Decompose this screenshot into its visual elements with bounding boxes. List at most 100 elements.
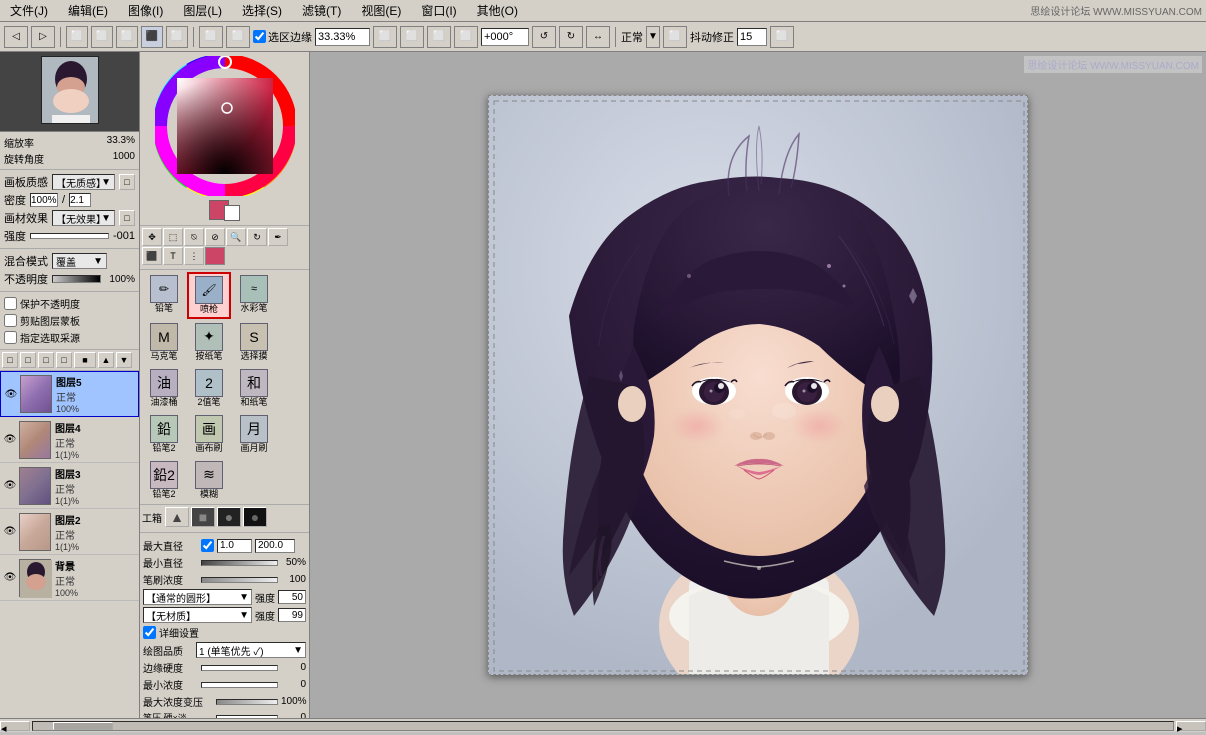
tool-text[interactable]: T [163,247,183,265]
layer-eye-4[interactable]: 👁 [3,433,17,447]
layer-item-1[interactable]: 👁 背景 正常 100% [0,555,139,601]
tool-rotate[interactable]: ↻ [247,228,267,246]
layer-list[interactable]: 👁 图层5 正常 100% 👁 图层4 正常 1(1)% [0,371,139,718]
cb-select-source[interactable] [4,331,17,344]
tool-fill[interactable]: ⬛ [142,247,162,265]
texture-strength-val[interactable] [278,608,306,622]
layer-item-5[interactable]: 👁 图层5 正常 100% [0,371,139,417]
brush-pencil3[interactable]: 鉛2 铅笔2 [142,458,186,503]
layer-copy-btn[interactable]: □ [38,352,54,368]
menu-window[interactable]: 窗口(I) [415,0,462,21]
layer-item-4[interactable]: 👁 图层4 正常 1(1)% [0,417,139,463]
brush-shape-square[interactable]: ■ [191,507,215,527]
zoom-btn-1[interactable]: ⬜ [373,26,397,48]
toolbar-btn-8[interactable]: ⬜ [199,26,223,48]
scroll-right-btn[interactable]: ▸ [1176,721,1206,731]
layer-eye-3[interactable]: 👁 [3,479,17,493]
density-slider[interactable] [201,577,278,583]
brush-pencil[interactable]: ✏ 铅笔 [142,272,186,319]
toolbar-btn-9[interactable]: ⬜ [226,26,250,48]
max-diam-input1[interactable] [217,539,252,553]
quality-dropdown[interactable]: 【无质感】▼ [52,174,115,190]
toolbar-btn-3[interactable]: ⬜ [66,26,88,48]
shape-strength-val[interactable] [278,590,306,604]
menu-view[interactable]: 视图(E) [355,0,407,21]
menu-edit[interactable]: 编辑(E) [62,0,114,21]
zoom-btn-3[interactable]: ⬜ [427,26,451,48]
main-canvas[interactable] [488,95,1028,675]
layer-eye-5[interactable]: 👁 [4,387,18,401]
density-input2[interactable] [69,193,91,207]
blend-mode-btn[interactable]: ▼ [646,26,660,48]
toolbar-btn-5[interactable]: ⬜ [116,26,138,48]
brush-press[interactable]: ✦ 按纸笔 [187,320,231,365]
layer-delete-btn[interactable]: □ [56,352,72,368]
selection-edge-check[interactable]: 选区边缘 [253,29,312,45]
brush-airbrush[interactable]: 🖌 喷枪 [187,272,231,319]
stabilizer-btn[interactable]: ⬜ [770,26,794,48]
brush-shape-circle2[interactable]: ● [243,507,267,527]
layer-move-down-btn[interactable]: ▼ [116,352,132,368]
tool-select-lasso[interactable]: ⍉ [184,228,204,246]
toolbar-btn-7[interactable]: ⬜ [166,26,188,48]
max-diam-check[interactable] [201,539,214,552]
h-scrollbar[interactable] [32,721,1174,731]
rot-btn-1[interactable]: ↺ [532,26,556,48]
max-diam-input2[interactable] [255,539,295,553]
menu-other[interactable]: 其他(O) [471,0,524,21]
brush-watercolor[interactable]: ≈ 水彩笔 [232,272,276,319]
rot-btn-2[interactable]: ↻ [559,26,583,48]
brush-marker[interactable]: M 马克笔 [142,320,186,365]
toolbar-btn-2[interactable]: ▷ [31,26,55,48]
layer-move-up-btn[interactable]: ▲ [98,352,114,368]
layer-eye-1[interactable]: 👁 [3,571,17,585]
brush-binary[interactable]: 2 2值笔 [187,366,231,411]
opacity-slider[interactable] [52,275,101,283]
zoom-input[interactable] [315,28,370,46]
min-density-slider[interactable] [201,682,278,688]
toolbar-btn-6[interactable]: ⬛ [141,26,163,48]
tool-move[interactable]: ✥ [142,228,162,246]
cb-protect-opacity[interactable] [4,297,17,310]
canvas-area[interactable]: 思绘设计论坛 WWW.MISSYUAN.COM [310,52,1206,718]
blend-mode-dropdown[interactable]: 覆盖▼ [52,253,107,269]
brush-select[interactable]: S 选择摸 [232,320,276,365]
rot-btn-3[interactable]: ↔ [586,26,610,48]
tool-eyedrop[interactable]: ✒ [268,228,288,246]
selection-edge-checkbox[interactable] [253,30,266,43]
tool-color-preview[interactable] [205,247,225,265]
menu-image[interactable]: 图像(I) [122,0,169,21]
min-diam-slider[interactable] [201,560,278,566]
detail-settings-cb[interactable] [143,626,156,639]
background-color-swatch[interactable] [224,205,240,221]
quality-btn[interactable]: □ [119,174,135,190]
tool-select-rect[interactable]: ⬚ [163,228,183,246]
texture-dropdown[interactable]: 【无材质】▼ [143,607,252,623]
toolbar-btn-1[interactable]: ◁ [4,26,28,48]
layer-add-group-btn[interactable]: □ [20,352,36,368]
layer-item-3[interactable]: 👁 图层3 正常 1(1)% [0,463,139,509]
shape-dropdown[interactable]: 【通常的圆形】▼ [143,589,252,605]
layer-item-2[interactable]: 👁 图层2 正常 1(1)% [0,509,139,555]
tool-select-magic[interactable]: ⊘ [205,228,225,246]
tool-zoom[interactable]: 🔍 [226,228,246,246]
tool-extra[interactable]: ⋮ [184,247,204,265]
brush-oilpaint[interactable]: 油 油漆桶 [142,366,186,411]
brush-shape-circle1[interactable]: ● [217,507,241,527]
menu-filter[interactable]: 滤镜(T) [296,0,347,21]
brush-pencil2[interactable]: 鉛 铅笔2 [142,412,186,457]
strength-slider[interactable] [30,233,109,239]
cb-clip-layer[interactable] [4,314,17,327]
rotation-input[interactable] [481,28,529,46]
brush-effect-dropdown[interactable]: 【无效果】▼ [52,210,115,226]
brush-washi[interactable]: 和 和纸笔 [232,366,276,411]
scroll-left-btn[interactable]: ◂ [0,721,30,731]
zoom-btn-4[interactable]: ⬜ [454,26,478,48]
brush-effect-btn[interactable]: □ [119,210,135,226]
layer-eye-2[interactable]: 👁 [3,525,17,539]
menu-file[interactable]: 文件(J) [4,0,54,21]
edge-hardness-slider[interactable] [201,665,278,671]
max-density-slider[interactable] [216,699,278,705]
toolbar-btn-4[interactable]: ⬜ [91,26,113,48]
layer-merge-btn[interactable]: ■ [74,352,96,368]
